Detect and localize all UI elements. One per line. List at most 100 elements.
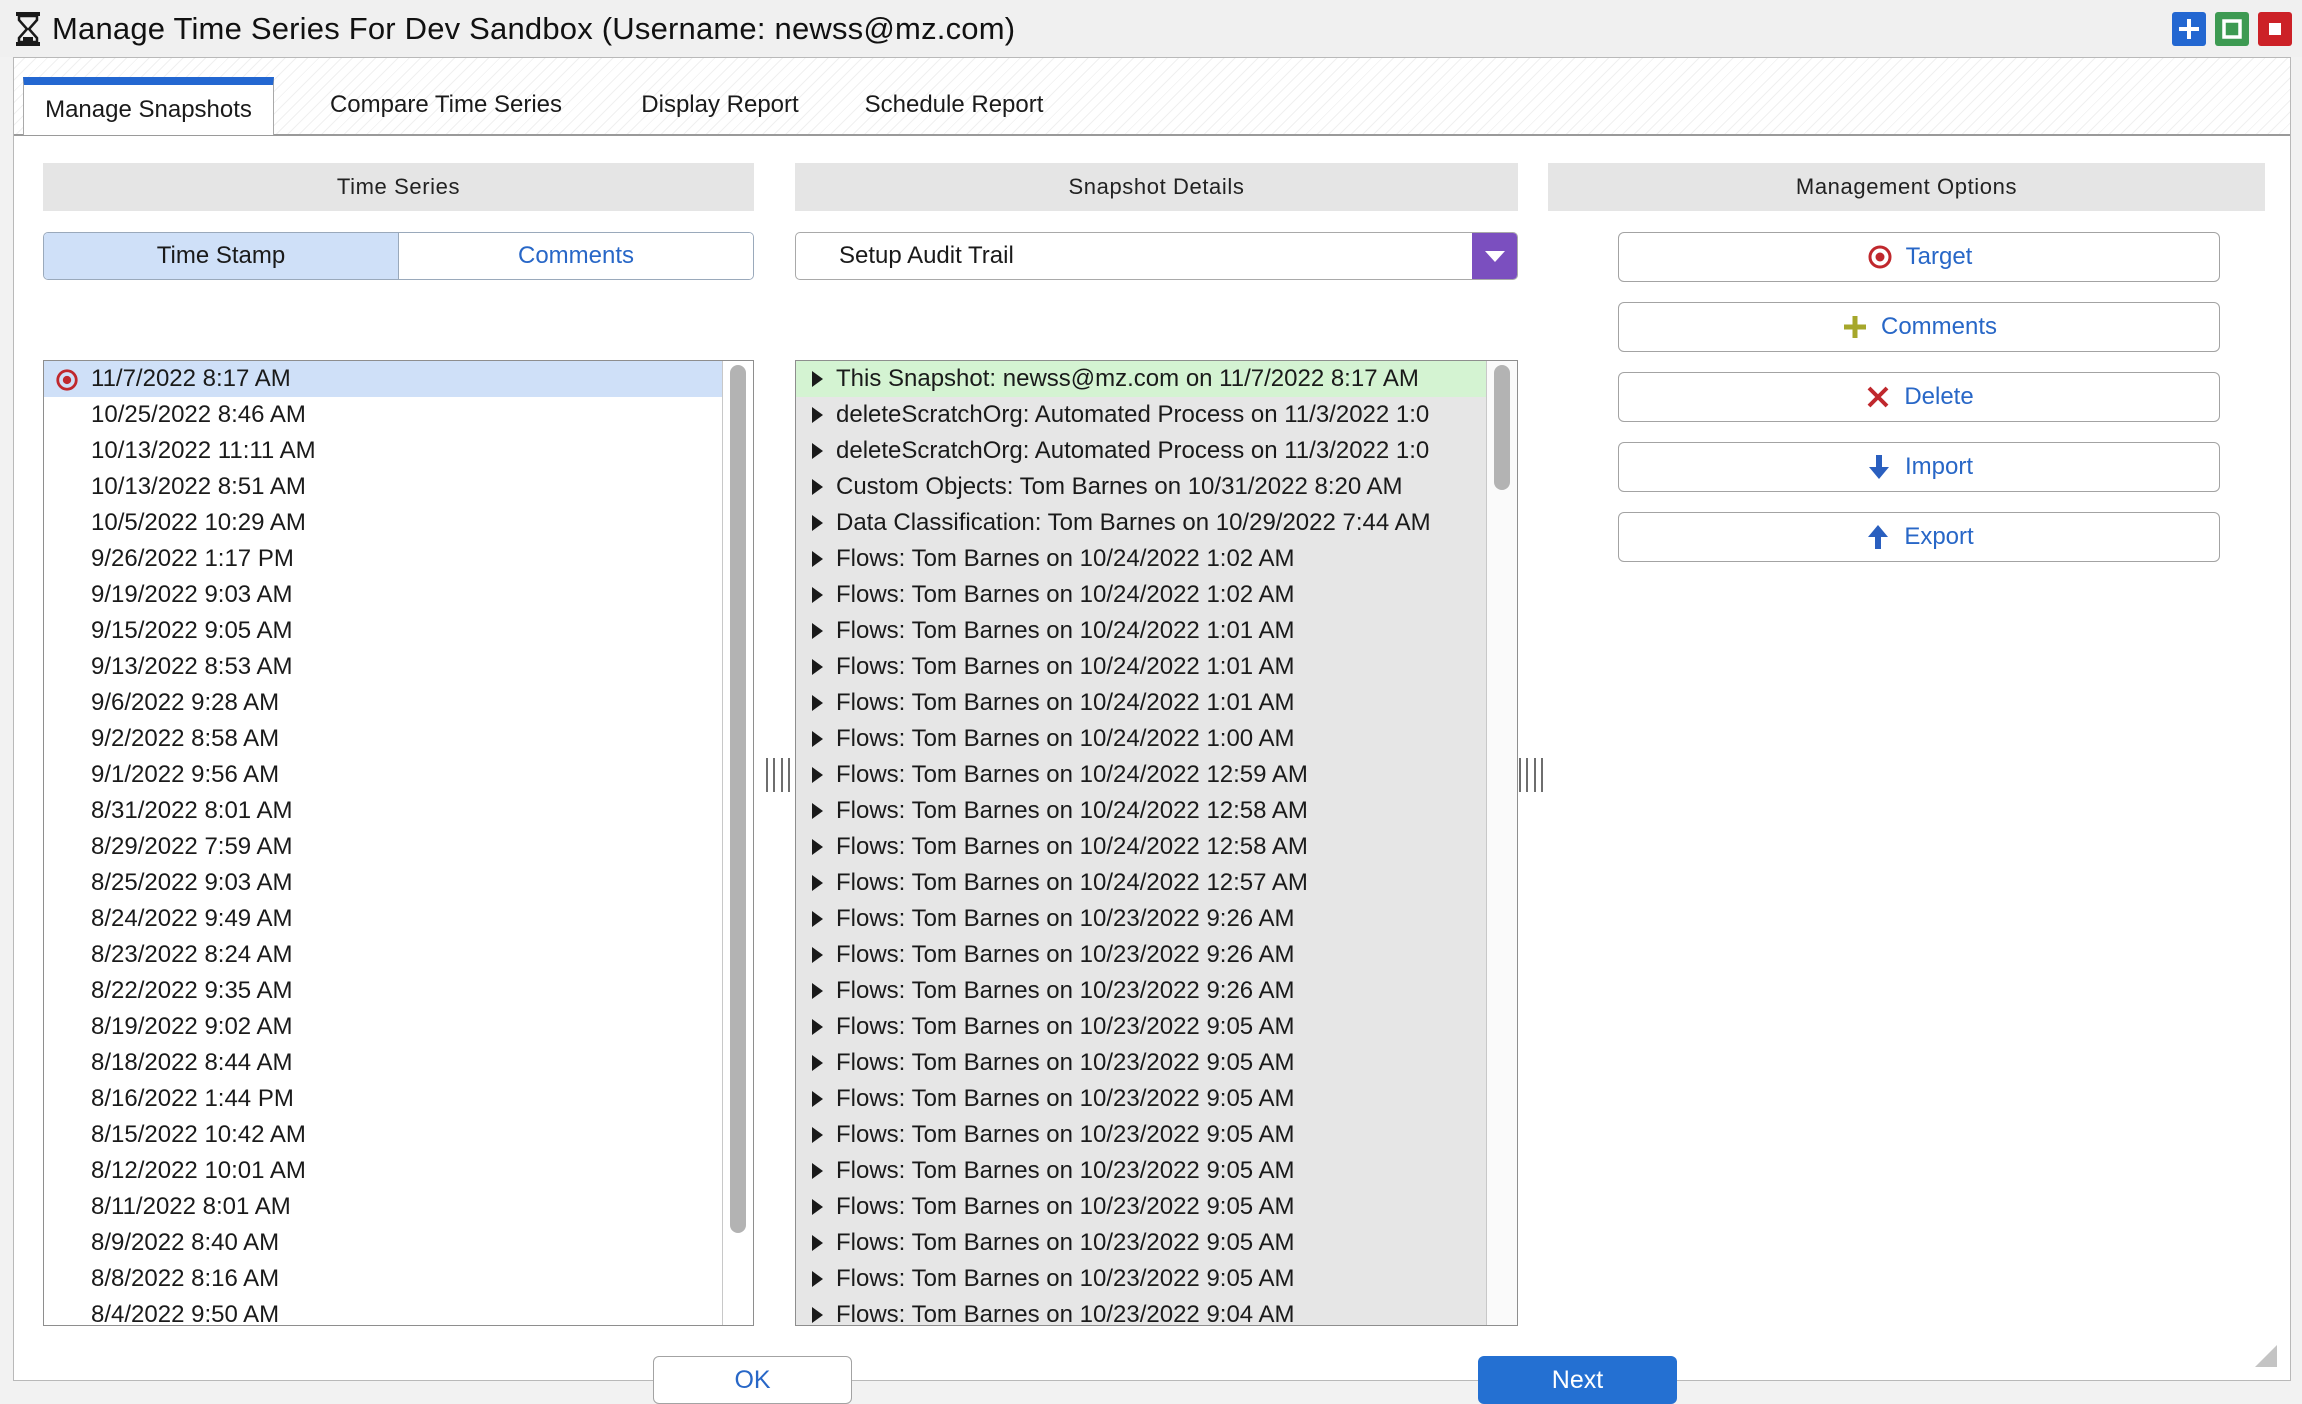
- expand-triangle-icon[interactable]: [812, 1199, 823, 1215]
- expand-triangle-icon[interactable]: [812, 515, 823, 531]
- time-series-row[interactable]: 9/19/2022 9:03 AM: [44, 577, 724, 613]
- expand-triangle-icon[interactable]: [812, 479, 823, 495]
- expand-triangle-icon[interactable]: [812, 1271, 823, 1287]
- snapshot-detail-row[interactable]: Flows: Tom Barnes on 10/23/2022 9:05 AM: [796, 1225, 1486, 1261]
- comments-toggle[interactable]: Comments: [399, 233, 753, 279]
- expand-triangle-icon[interactable]: [812, 803, 823, 819]
- time-series-row[interactable]: 9/6/2022 9:28 AM: [44, 685, 724, 721]
- splitter-handle-left[interactable]: [766, 758, 790, 792]
- snapshot-detail-row[interactable]: Flows: Tom Barnes on 10/24/2022 1:01 AM: [796, 613, 1486, 649]
- expand-triangle-icon[interactable]: [812, 443, 823, 459]
- snapshot-detail-row[interactable]: This Snapshot: newss@mz.com on 11/7/2022…: [796, 361, 1486, 397]
- snapshot-detail-row[interactable]: Flows: Tom Barnes on 10/24/2022 1:01 AM: [796, 685, 1486, 721]
- snapshot-detail-row[interactable]: deleteScratchOrg: Automated Process on 1…: [796, 433, 1486, 469]
- snapshot-detail-row[interactable]: Flows: Tom Barnes on 10/24/2022 12:59 AM: [796, 757, 1486, 793]
- expand-triangle-icon[interactable]: [812, 695, 823, 711]
- maximize-button[interactable]: [2215, 12, 2249, 46]
- snapshot-details-list[interactable]: Flows: Tom Barnes on 10/23/2022 9:04 AM F…: [795, 360, 1518, 1326]
- delete-button[interactable]: Delete: [1618, 372, 2220, 422]
- snapshot-detail-row[interactable]: deleteScratchOrg: Automated Process on 1…: [796, 397, 1486, 433]
- expand-triangle-icon[interactable]: [812, 551, 823, 567]
- expand-triangle-icon[interactable]: [812, 911, 823, 927]
- snapshot-type-select[interactable]: Setup Audit Trail: [795, 232, 1518, 280]
- time-series-row[interactable]: 8/4/2022 9:50 AM: [44, 1297, 724, 1325]
- expand-triangle-icon[interactable]: [812, 659, 823, 675]
- expand-triangle-icon[interactable]: [812, 947, 823, 963]
- time-series-row[interactable]: 8/24/2022 9:49 AM: [44, 901, 724, 937]
- snapshot-detail-row[interactable]: Flows: Tom Barnes on 10/23/2022 9:05 AM: [796, 1045, 1486, 1081]
- snapshot-detail-row[interactable]: Data Classification: Tom Barnes on 10/29…: [796, 505, 1486, 541]
- time-series-row[interactable]: 8/8/2022 8:16 AM: [44, 1261, 724, 1297]
- time-series-row[interactable]: 8/18/2022 8:44 AM: [44, 1045, 724, 1081]
- resize-grip-icon[interactable]: [2252, 1342, 2278, 1368]
- time-series-row[interactable]: 8/22/2022 9:35 AM: [44, 973, 724, 1009]
- expand-triangle-icon[interactable]: [812, 1127, 823, 1143]
- time-series-row[interactable]: 8/25/2022 9:03 AM: [44, 865, 724, 901]
- time-series-row[interactable]: 9/1/2022 9:56 AM: [44, 757, 724, 793]
- tab-schedule-report[interactable]: Schedule Report: [844, 76, 1064, 134]
- time-series-row[interactable]: 10/13/2022 11:11 AM: [44, 433, 724, 469]
- time-series-row[interactable]: 10/25/2022 8:46 AM: [44, 397, 724, 433]
- snapshot-detail-row[interactable]: Flows: Tom Barnes on 10/23/2022 9:05 AM: [796, 1189, 1486, 1225]
- snapshot-detail-row[interactable]: Flows: Tom Barnes on 10/24/2022 12:58 AM: [796, 829, 1486, 865]
- expand-triangle-icon[interactable]: [812, 839, 823, 855]
- expand-triangle-icon[interactable]: [812, 1019, 823, 1035]
- scrollbar-thumb[interactable]: [730, 365, 746, 1233]
- timestamp-toggle[interactable]: Time Stamp: [44, 233, 399, 279]
- splitter-handle-right[interactable]: [1519, 758, 1543, 792]
- time-series-row[interactable]: 9/26/2022 1:17 PM: [44, 541, 724, 577]
- time-series-list[interactable]: 8/4/2022 9:50 AM 8/8/2022 8:16 AM 8/9/2022…: [43, 360, 754, 1326]
- snapshot-detail-row[interactable]: Flows: Tom Barnes on 10/23/2022 9:26 AM: [796, 973, 1486, 1009]
- expand-triangle-icon[interactable]: [812, 731, 823, 747]
- time-series-row[interactable]: 9/15/2022 9:05 AM: [44, 613, 724, 649]
- next-button[interactable]: Next: [1478, 1356, 1677, 1404]
- time-series-row[interactable]: 8/19/2022 9:02 AM: [44, 1009, 724, 1045]
- time-series-row[interactable]: 11/7/2022 8:17 AM: [44, 361, 724, 397]
- expand-triangle-icon[interactable]: [812, 1307, 823, 1323]
- scrollbar-thumb[interactable]: [1494, 365, 1510, 490]
- expand-triangle-icon[interactable]: [812, 1163, 823, 1179]
- snapshot-detail-row[interactable]: Flows: Tom Barnes on 10/23/2022 9:05 AM: [796, 1081, 1486, 1117]
- time-series-scrollbar[interactable]: [722, 361, 753, 1325]
- snapshot-detail-row[interactable]: Flows: Tom Barnes on 10/23/2022 9:26 AM: [796, 901, 1486, 937]
- snapshot-detail-row[interactable]: Flows: Tom Barnes on 10/24/2022 12:57 AM: [796, 865, 1486, 901]
- snapshot-detail-row[interactable]: Flows: Tom Barnes on 10/23/2022 9:04 AM: [796, 1297, 1486, 1325]
- tab-compare-time-series[interactable]: Compare Time Series: [296, 76, 596, 134]
- snapshot-detail-row[interactable]: Flows: Tom Barnes on 10/23/2022 9:05 AM: [796, 1117, 1486, 1153]
- expand-triangle-icon[interactable]: [812, 1235, 823, 1251]
- snapshot-details-scrollbar[interactable]: [1486, 361, 1517, 1325]
- expand-triangle-icon[interactable]: [812, 587, 823, 603]
- time-series-row[interactable]: 10/13/2022 8:51 AM: [44, 469, 724, 505]
- time-series-row[interactable]: 8/9/2022 8:40 AM: [44, 1225, 724, 1261]
- snapshot-detail-row[interactable]: Flows: Tom Barnes on 10/24/2022 12:58 AM: [796, 793, 1486, 829]
- target-button[interactable]: Target: [1618, 232, 2220, 282]
- snapshot-detail-row[interactable]: Flows: Tom Barnes on 10/24/2022 1:02 AM: [796, 541, 1486, 577]
- snapshot-detail-row[interactable]: Flows: Tom Barnes on 10/24/2022 1:01 AM: [796, 649, 1486, 685]
- export-button[interactable]: Export: [1618, 512, 2220, 562]
- chevron-down-icon[interactable]: [1472, 233, 1517, 279]
- time-series-row[interactable]: 8/12/2022 10:01 AM: [44, 1153, 724, 1189]
- snapshot-detail-row[interactable]: Flows: Tom Barnes on 10/24/2022 1:02 AM: [796, 577, 1486, 613]
- snapshot-detail-row[interactable]: Flows: Tom Barnes on 10/23/2022 9:05 AM: [796, 1153, 1486, 1189]
- expand-triangle-icon[interactable]: [812, 371, 823, 387]
- expand-triangle-icon[interactable]: [812, 767, 823, 783]
- snapshot-detail-row[interactable]: Flows: Tom Barnes on 10/24/2022 1:00 AM: [796, 721, 1486, 757]
- import-button[interactable]: Import: [1618, 442, 2220, 492]
- ok-button[interactable]: OK: [653, 1356, 852, 1404]
- expand-triangle-icon[interactable]: [812, 983, 823, 999]
- expand-triangle-icon[interactable]: [812, 1091, 823, 1107]
- expand-triangle-icon[interactable]: [812, 875, 823, 891]
- snapshot-detail-row[interactable]: Flows: Tom Barnes on 10/23/2022 9:26 AM: [796, 937, 1486, 973]
- time-series-row[interactable]: 8/11/2022 8:01 AM: [44, 1189, 724, 1225]
- time-series-row[interactable]: 8/29/2022 7:59 AM: [44, 829, 724, 865]
- snapshot-detail-row[interactable]: Flows: Tom Barnes on 10/23/2022 9:05 AM: [796, 1261, 1486, 1297]
- expand-triangle-icon[interactable]: [812, 407, 823, 423]
- expand-triangle-icon[interactable]: [812, 1055, 823, 1071]
- comments-button[interactable]: Comments: [1618, 302, 2220, 352]
- close-button[interactable]: [2258, 12, 2292, 46]
- time-series-row[interactable]: 8/16/2022 1:44 PM: [44, 1081, 724, 1117]
- time-series-row[interactable]: 8/15/2022 10:42 AM: [44, 1117, 724, 1153]
- tab-manage-snapshots[interactable]: Manage Snapshots: [23, 77, 274, 135]
- expand-triangle-icon[interactable]: [812, 623, 823, 639]
- snapshot-detail-row[interactable]: Flows: Tom Barnes on 10/23/2022 9:05 AM: [796, 1009, 1486, 1045]
